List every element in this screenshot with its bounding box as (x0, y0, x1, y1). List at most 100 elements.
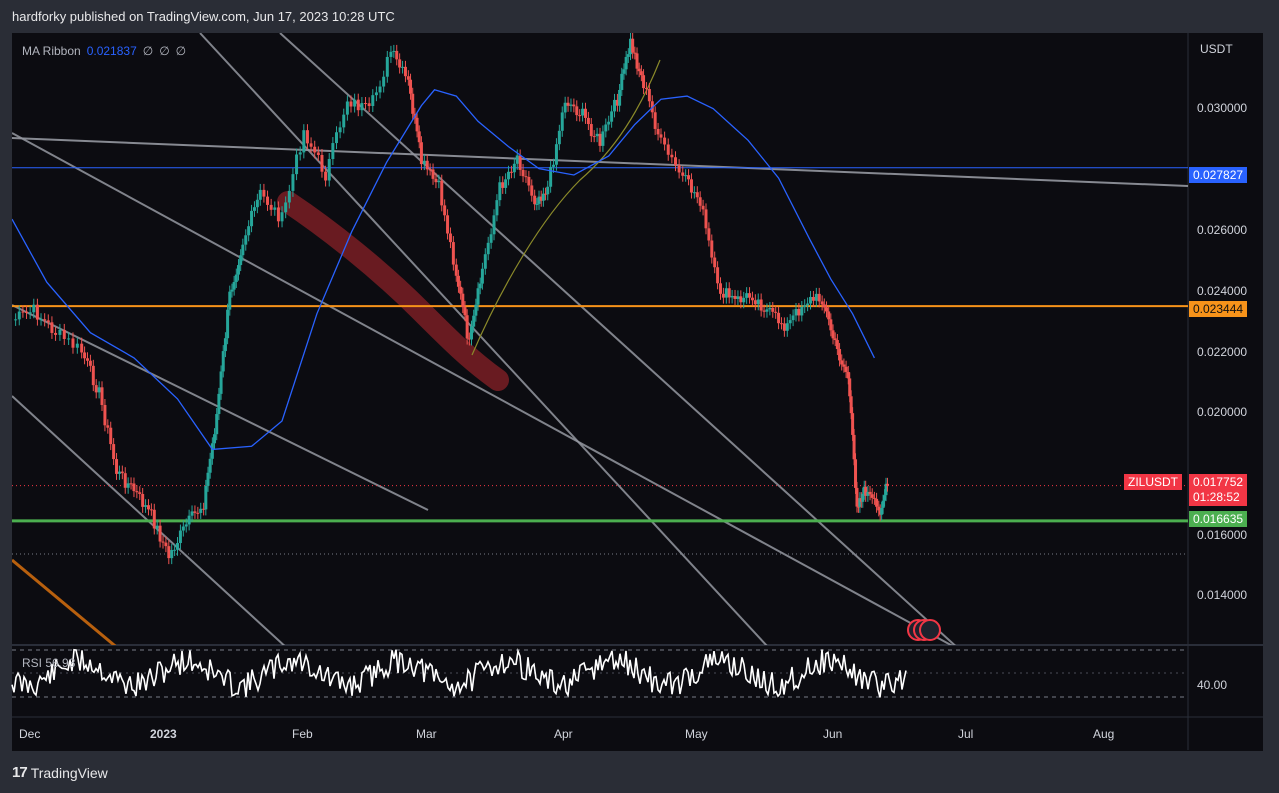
candle-body (313, 146, 317, 153)
candle-body (247, 226, 251, 236)
candle-body (489, 234, 493, 243)
candle-body (724, 288, 728, 298)
candle-body (533, 195, 537, 205)
candle-body (190, 511, 194, 516)
candle-body (129, 483, 133, 485)
candle-body (592, 136, 596, 138)
candle-body (507, 171, 511, 180)
candle-body (152, 509, 156, 529)
candle-body (415, 117, 419, 132)
candle-body (120, 471, 124, 474)
candle-body (727, 288, 731, 298)
candle-body (389, 51, 393, 57)
price-tag-resistance-high: 0.027827 (1189, 167, 1248, 183)
candle-body (480, 268, 484, 284)
candle-body (554, 144, 558, 165)
candle-body (428, 169, 432, 171)
candle-body (736, 296, 740, 299)
channel-line (279, 33, 956, 645)
candle-body (403, 66, 407, 77)
candle-body (349, 101, 353, 107)
candle-body (239, 255, 243, 266)
candle-body (409, 79, 413, 94)
candle-body (765, 309, 769, 312)
candle-body (745, 293, 749, 298)
candle-body (345, 101, 349, 115)
time-tick: Aug (1093, 727, 1115, 741)
candle-body (721, 293, 725, 298)
candle-body (838, 349, 842, 361)
candle-body (762, 310, 766, 312)
ma-ribbon-legend[interactable]: MA Ribbon 0.021837 ∅ ∅ ∅ (22, 44, 186, 58)
candle-body (401, 66, 405, 68)
candle-body (25, 311, 29, 313)
price-tick: 0.014000 (1197, 588, 1248, 602)
candle-body (483, 254, 487, 269)
orange-trend-line (12, 558, 117, 645)
candle-body (492, 215, 496, 235)
candle-body (710, 240, 714, 258)
candle-body (644, 88, 648, 90)
candle-body (360, 103, 364, 111)
candle-body (440, 180, 444, 206)
candle-body (524, 176, 528, 178)
indicator-null-1: ∅ (142, 44, 154, 58)
candle-body (132, 483, 136, 492)
candle-body (527, 176, 531, 186)
candle-body (586, 117, 590, 125)
candle-body (733, 295, 737, 299)
candle-body (223, 338, 227, 352)
rsi-legend[interactable]: RSI 56.93 (22, 656, 75, 670)
rsi-tick: 40.00 (1197, 678, 1228, 692)
candle-body (167, 546, 171, 559)
candle-body (742, 297, 746, 303)
us-flag-event-icon (919, 619, 941, 641)
candle-body (779, 323, 783, 325)
candle-body (262, 189, 266, 197)
candle-body (814, 293, 818, 301)
time-tick: Jul (958, 727, 974, 741)
candle-body (817, 293, 821, 302)
candle-body (446, 215, 450, 234)
price-chart[interactable] (0, 0, 1279, 793)
candle-body (868, 491, 872, 495)
last-price: 0.017752 (1193, 475, 1244, 489)
candle-body (631, 38, 635, 53)
price-tag-support: 0.016635 (1189, 511, 1248, 527)
candle-body (91, 365, 95, 386)
candle-body (451, 242, 455, 265)
time-tick: Apr (554, 727, 573, 741)
candle-body (258, 189, 262, 200)
candle-body (228, 291, 232, 310)
indicator-name: MA Ribbon (22, 44, 81, 58)
candle-body (601, 131, 605, 146)
candle-body (46, 320, 50, 323)
candle-body (670, 154, 674, 158)
candle-body (626, 54, 630, 57)
candle-body (103, 404, 107, 426)
currency-unit[interactable]: USDT (1200, 42, 1233, 56)
candle-body (541, 193, 545, 201)
candle-body (255, 199, 259, 208)
candle-body (610, 111, 614, 122)
candle-body (232, 281, 236, 290)
candle-body (146, 505, 150, 510)
price-tick: 0.026000 (1197, 223, 1248, 237)
tradingview-footer[interactable]: 17 TradingView (12, 764, 108, 781)
candle-body (607, 121, 611, 125)
candle-body (806, 303, 810, 306)
candle-body (97, 387, 101, 393)
candle-body (181, 526, 185, 531)
candle-body (392, 50, 396, 52)
candle-body (106, 425, 110, 428)
candle-body (178, 530, 182, 544)
candle-body (123, 473, 127, 488)
candle-body (406, 76, 410, 80)
candle-body (583, 108, 587, 118)
candle-body (701, 205, 705, 210)
candle-body (478, 283, 482, 289)
candle-body (788, 320, 792, 324)
candle-body (546, 186, 550, 195)
candle-body (504, 179, 508, 188)
tradingview-logo-icon: 17 (12, 764, 28, 781)
